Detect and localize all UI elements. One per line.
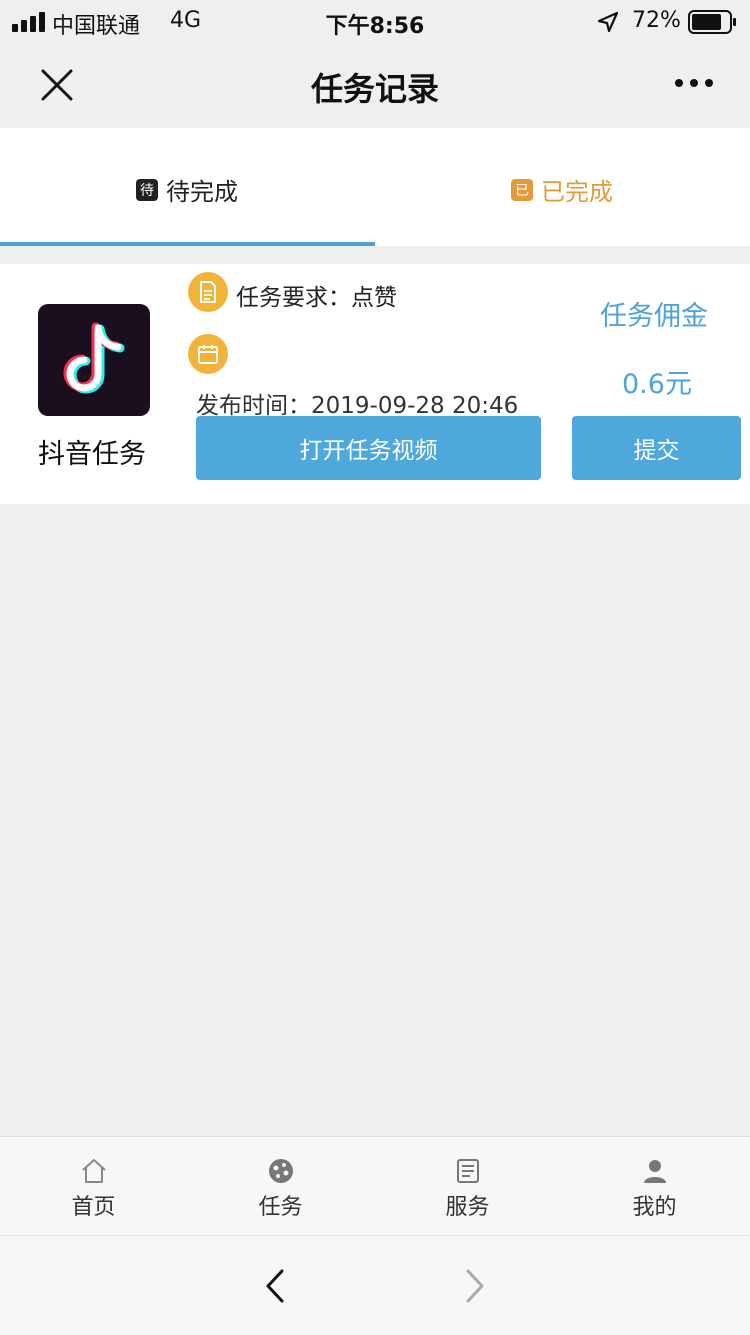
- service-icon: [456, 1159, 479, 1183]
- browser-toolbar: [0, 1235, 750, 1335]
- app-name: 抖音任务: [38, 439, 146, 470]
- home-icon: [81, 1159, 106, 1183]
- tab-pending-label: 待完成: [166, 178, 238, 206]
- battery-percent: 72%: [632, 8, 681, 33]
- tab-completed[interactable]: 已 已完成: [511, 172, 613, 207]
- document-icon: [188, 272, 228, 312]
- submit-button[interactable]: 提交: [572, 416, 741, 480]
- bottom-nav-home-label: 首页: [71, 1195, 116, 1220]
- task-requirement: 任务要求：点赞: [236, 285, 397, 311]
- page-title: 任务记录: [310, 70, 439, 108]
- completed-badge: 已: [511, 178, 533, 201]
- task-icon: [268, 1159, 293, 1183]
- tiktok-logo-icon: [38, 304, 150, 416]
- publish-time: 发布时间：2019-09-28 20:46: [196, 393, 519, 419]
- calendar-icon: [188, 334, 228, 374]
- bottom-nav-service[interactable]: 服务: [374, 1137, 561, 1235]
- open-task-video-button[interactable]: 打开任务视频: [196, 416, 541, 480]
- bottom-nav-task[interactable]: 任务: [187, 1137, 374, 1235]
- bottom-nav-home[interactable]: 首页: [0, 1137, 187, 1235]
- tab-completed-label: 已完成: [541, 178, 613, 206]
- battery-icon: [688, 10, 736, 34]
- bottom-nav-mine[interactable]: 我的: [561, 1137, 748, 1235]
- status-bar: 中国联通 4G 下午8:56 72%: [0, 0, 750, 44]
- active-tab-indicator: [0, 242, 375, 246]
- pending-badge: 待: [136, 178, 158, 201]
- forward-arrow-icon[interactable]: [462, 1268, 488, 1304]
- tab-bar: 待 待完成 已 已完成: [0, 128, 750, 246]
- commission-value: 0.6元: [622, 369, 692, 400]
- bottom-nav-service-label: 服务: [445, 1195, 490, 1220]
- task-card: 抖音任务 任务要求：点赞 发布时间：2019-09-28 20:46 任务佣金 …: [0, 264, 750, 504]
- bottom-nav-mine-label: 我的: [632, 1195, 677, 1220]
- user-icon: [643, 1160, 666, 1183]
- commission-label: 任务佣金: [600, 301, 708, 332]
- more-icon[interactable]: [674, 78, 714, 88]
- bottom-nav: 首页 任务 服务 我的: [0, 1136, 750, 1235]
- bottom-nav-task-label: 任务: [258, 1195, 303, 1220]
- tab-pending[interactable]: 待 待完成: [136, 172, 238, 207]
- nav-bar: 任务记录: [0, 44, 750, 128]
- back-arrow-icon[interactable]: [262, 1268, 288, 1304]
- location-arrow-icon: [597, 11, 619, 33]
